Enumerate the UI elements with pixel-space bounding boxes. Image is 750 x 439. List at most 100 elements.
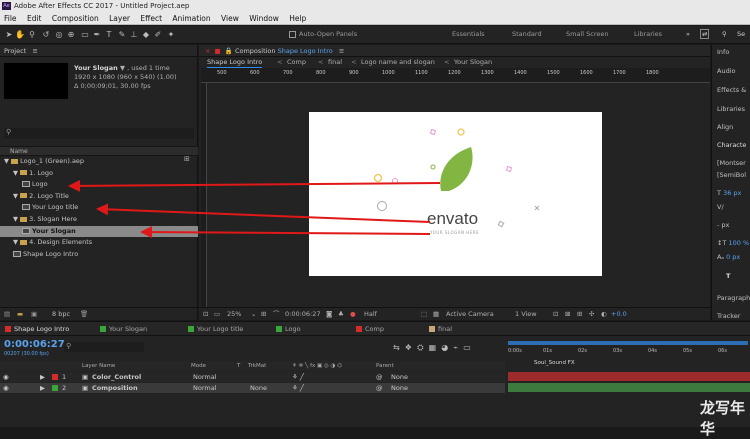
project-item-1[interactable]: ▼ 1. Logo xyxy=(0,168,198,179)
color-channel-icon[interactable]: ● xyxy=(350,308,356,321)
project-item-5[interactable]: ▼ 3. Slogan Here xyxy=(0,214,198,225)
selection-tool-icon[interactable]: ➤ xyxy=(4,29,14,40)
draft-3d-icon[interactable]: ❖ xyxy=(405,343,412,352)
monitor-icon[interactable]: ▭ xyxy=(214,308,220,321)
layer-row[interactable]: ◉ ▶ 1 ▣ Color_Control Normal ⚘ ╱ @ None xyxy=(0,372,505,382)
disclosure-triangle-icon[interactable]: ▼ xyxy=(13,169,20,177)
layer-parent-dropdown[interactable]: None xyxy=(391,383,408,393)
breadcrumb-3[interactable]: Logo name and slogan xyxy=(361,57,435,67)
audio-panel-tab[interactable]: Audio xyxy=(717,67,735,75)
graph-toggle-icon[interactable]: ▭ xyxy=(463,343,471,352)
comp-canvas[interactable]: envato YOUR SLOGAN HERE xyxy=(309,112,602,276)
timeline-tab-0[interactable]: Shape Logo Intro xyxy=(5,325,69,333)
layer-mode-dropdown[interactable]: Normal xyxy=(193,383,217,393)
menu-window[interactable]: Window xyxy=(245,12,283,25)
frame-blending-icon[interactable]: ▦ xyxy=(429,343,437,352)
exposure-value[interactable]: +0.0 xyxy=(611,308,627,321)
col-trkmat[interactable]: TrkMat xyxy=(248,361,266,371)
workspace-standard[interactable]: Standard xyxy=(512,30,542,38)
label-color-icon[interactable] xyxy=(52,374,58,380)
twirl-icon[interactable]: ▶ xyxy=(40,383,45,393)
clone-stamp-tool-icon[interactable]: ⊥ xyxy=(129,29,139,40)
roi-icon[interactable]: ⬚ xyxy=(421,308,427,321)
bpc-label[interactable]: 8 bpc xyxy=(52,308,70,320)
font-size-value[interactable]: 36 px xyxy=(723,189,741,197)
baseline-shift-field[interactable]: Aₐ 0 px xyxy=(717,253,740,261)
zoom-tool-icon[interactable]: ⚲ xyxy=(27,29,37,40)
close-icon[interactable]: × xyxy=(205,47,210,55)
project-item-3[interactable]: ▼ 2. Logo Title xyxy=(0,191,198,202)
delete-icon[interactable]: 🗑 xyxy=(80,308,88,320)
disclosure-triangle-icon[interactable]: ▼ xyxy=(13,215,20,223)
always-preview-icon[interactable]: ⊡ xyxy=(203,308,208,321)
menu-composition[interactable]: Composition xyxy=(48,12,103,25)
menu-layer[interactable]: Layer xyxy=(105,12,134,25)
audio-marker[interactable]: Soul_Sound FX xyxy=(534,360,575,366)
disclosure-triangle-icon[interactable]: ▼ xyxy=(13,192,20,200)
timeline-icon[interactable]: ⊞ xyxy=(577,308,582,321)
timecode-display[interactable]: 0:00:06:27 xyxy=(285,308,321,321)
col-t[interactable]: T xyxy=(237,361,240,371)
pan-behind-tool-icon[interactable]: ⊕ xyxy=(66,29,76,40)
project-item-6[interactable]: Your Slogan xyxy=(0,225,198,237)
info-panel-tab[interactable]: Info xyxy=(717,48,729,56)
faux-bold-button[interactable]: T xyxy=(726,272,730,280)
baseline-shift-value[interactable]: 0 px xyxy=(726,253,740,261)
disclosure-triangle-icon[interactable]: ▼ xyxy=(13,238,20,246)
zoom-chevron-down-icon[interactable]: ⌄ xyxy=(251,308,256,321)
reset-exposure-icon[interactable]: ◐ xyxy=(601,308,607,321)
layer-2-duration-bar[interactable] xyxy=(508,383,750,392)
vertical-scale-value[interactable]: 100 % xyxy=(729,239,750,247)
timeline-tab-1[interactable]: Your Slogan xyxy=(100,325,147,333)
camera-tool-icon[interactable]: ◎ xyxy=(54,29,64,40)
stroke-width-value[interactable]: - px xyxy=(717,221,729,229)
layer-type-icon[interactable]: ▣ xyxy=(82,372,88,382)
transparency-grid-icon[interactable]: ▦ xyxy=(433,308,439,321)
resolution-dropdown[interactable]: Half xyxy=(364,308,377,321)
search-help-icon[interactable]: ⚲ xyxy=(722,30,727,38)
parent-pickwhip-icon[interactable]: @ xyxy=(376,372,383,382)
eye-icon[interactable]: ◉ xyxy=(3,383,9,393)
shy-icon[interactable]: ⛭ xyxy=(417,343,423,352)
hand-tool-icon[interactable]: ✋ xyxy=(15,29,25,40)
timeline-tab-5[interactable]: final xyxy=(429,325,452,333)
show-snapshot-icon[interactable]: ♣ xyxy=(338,308,344,321)
grid-icon[interactable]: ⊞ xyxy=(261,308,266,321)
rotate-tool-icon[interactable]: ↺ xyxy=(41,29,51,40)
brush-tool-icon[interactable]: ✎ xyxy=(117,29,127,40)
new-folder-icon[interactable]: ▬ xyxy=(17,308,23,320)
breadcrumb-4[interactable]: Your Slogan xyxy=(454,57,492,67)
layer-trkmat-dropdown[interactable]: None xyxy=(250,383,267,393)
breadcrumb-2[interactable]: final xyxy=(328,57,342,67)
project-item-2[interactable]: Logo xyxy=(0,179,198,190)
mask-tool-icon[interactable]: ▭ xyxy=(80,29,90,40)
paragraph-panel-tab[interactable]: Paragraph xyxy=(717,294,750,302)
project-item-0[interactable]: ▼ Logo_1 (Green).aep xyxy=(0,156,198,167)
workspace-essentials[interactable]: Essentials xyxy=(452,30,485,38)
project-item-8[interactable]: Shape Logo Intro xyxy=(0,249,198,260)
libraries-panel-tab[interactable]: Libraries xyxy=(717,105,745,113)
project-item-7[interactable]: ▼ 4. Design Elements xyxy=(0,237,198,248)
font-size-field[interactable]: T 36 px xyxy=(717,189,741,197)
flowchart-icon[interactable]: ✣ xyxy=(589,308,594,321)
character-panel-tab[interactable]: Characte xyxy=(717,141,746,149)
comp-flowchart-icon[interactable]: ⇆ xyxy=(393,343,400,352)
lock-icon[interactable]: 🔒 xyxy=(225,47,233,55)
auto-open-checkbox[interactable] xyxy=(289,31,296,38)
comp-menu-icon[interactable]: ≡ xyxy=(339,47,344,55)
menu-view[interactable]: View xyxy=(217,12,243,25)
breadcrumb-1[interactable]: Comp xyxy=(287,57,306,67)
snapshot-icon[interactable]: ◙ xyxy=(326,308,332,321)
layer-mode-dropdown[interactable]: Normal xyxy=(193,372,217,382)
fast-preview-icon[interactable]: ⊠ xyxy=(565,308,570,321)
menu-effect[interactable]: Effect xyxy=(136,12,166,25)
menu-edit[interactable]: Edit xyxy=(23,12,46,25)
view-dropdown[interactable]: 1 View xyxy=(515,308,537,321)
layer-parent-dropdown[interactable]: None xyxy=(391,372,408,382)
label-color-icon[interactable] xyxy=(52,385,58,391)
project-column-header[interactable]: Name xyxy=(0,146,198,156)
pen-tool-icon[interactable]: ✒ xyxy=(92,29,102,40)
time-ruler[interactable]: 0:00s 01s 02s 03s 04s 05s 06s xyxy=(506,339,750,361)
vertical-scale-field[interactable]: ↕T 100 % xyxy=(717,239,749,247)
motion-blur-icon[interactable]: ◕ xyxy=(441,343,448,352)
